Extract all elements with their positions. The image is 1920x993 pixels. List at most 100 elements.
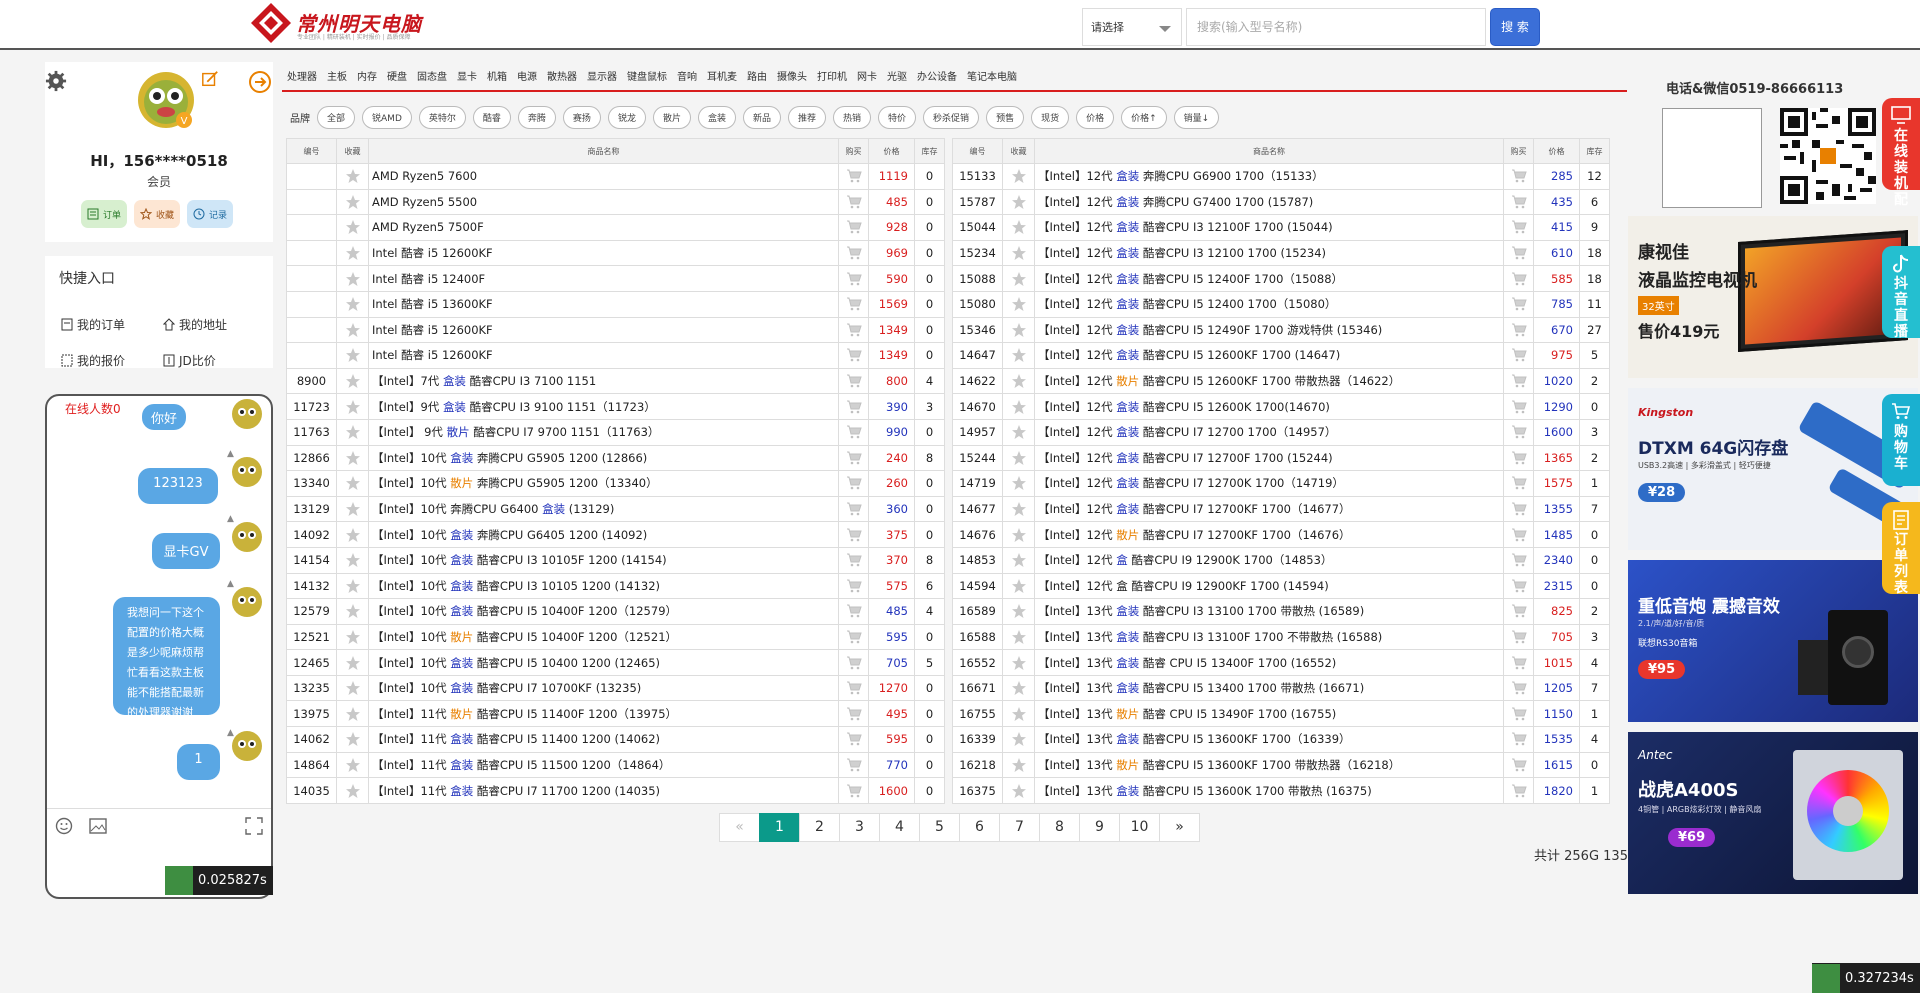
cart-cell[interactable] — [838, 700, 869, 728]
image-icon[interactable] — [89, 818, 107, 834]
cart-icon[interactable] — [846, 604, 862, 618]
category-tab[interactable]: 处理器 — [282, 62, 322, 90]
product-name-cell[interactable]: 【Intel】10代 盒装 酷睿CPU I7 10700KF (13235) — [368, 674, 839, 702]
filter-button[interactable]: 奔腾 — [517, 105, 556, 129]
favorite-cell[interactable] — [336, 572, 369, 600]
table-row[interactable]: 14594 【Intel】12代 盒 酷睿CPU I9 12900KF 1700 … — [952, 572, 1610, 600]
table-row[interactable]: 13129 【Intel】10代 奔腾CPU G6400 盒装 (13129) 36… — [286, 495, 945, 523]
cart-icon[interactable] — [1511, 579, 1527, 593]
favorite-cell[interactable] — [1002, 239, 1035, 267]
cart-icon[interactable] — [1511, 451, 1527, 465]
table-row[interactable]: 15234 【Intel】12代 盒装 酷睿CPU I3 12100 1700 (… — [952, 239, 1610, 267]
col-header-name[interactable]: 商品名称 — [368, 138, 839, 164]
table-row[interactable]: 16589 【Intel】13代 盒装 酷睿CPU I3 13100 1700 带… — [952, 598, 1610, 625]
cart-icon[interactable] — [1511, 169, 1527, 183]
cart-cell[interactable] — [1503, 649, 1534, 676]
pager-page-button[interactable]: 5 — [919, 813, 960, 842]
cart-icon[interactable] — [846, 656, 862, 670]
product-name-cell[interactable]: 【Intel】11代 盒装 酷睿CPU I5 11500 1200（14864） — [368, 751, 839, 779]
pager-page-button[interactable]: 2 — [799, 813, 840, 842]
product-name-cell[interactable]: 【Intel】13代 散片 酷睿CPU I5 13600KF 1700 带散热器… — [1034, 751, 1504, 779]
table-row[interactable]: 14622 【Intel】12代 散片 酷睿CPU I5 12600KF 1700… — [952, 367, 1610, 395]
star-icon[interactable] — [345, 168, 361, 184]
orders-button[interactable]: 订单 — [81, 200, 128, 228]
cart-icon[interactable] — [846, 553, 862, 567]
cart-icon[interactable] — [1511, 297, 1527, 311]
cart-icon[interactable] — [1511, 758, 1527, 772]
favorite-cell[interactable] — [336, 290, 369, 318]
product-name-cell[interactable]: 【Intel】7代 盒装 酷睿CPU I3 7100 1151 — [368, 367, 839, 395]
filter-button[interactable]: 盒装 — [697, 105, 736, 129]
filter-button[interactable]: 秒杀促销 — [923, 105, 980, 129]
favorite-cell[interactable] — [336, 418, 369, 446]
favorite-cell[interactable] — [1002, 495, 1035, 523]
cart-icon[interactable] — [1511, 707, 1527, 721]
cart-icon[interactable] — [1511, 604, 1527, 618]
pager-page-button[interactable]: 9 — [1079, 813, 1120, 842]
table-row[interactable]: 15346 【Intel】12代 盒装 酷睿CPU I5 12490F 1700 … — [952, 316, 1610, 344]
cart-icon[interactable] — [1511, 630, 1527, 644]
favorite-cell[interactable] — [1002, 188, 1035, 216]
table-row[interactable]: 14154 【Intel】10代 盒装 酷睿CPU I3 10105F 1200 … — [286, 546, 945, 574]
product-name-cell[interactable]: 【Intel】12代 盒 酷睿CPU I9 12900K 1700（14853） — [1034, 546, 1504, 574]
star-icon[interactable] — [1011, 655, 1027, 671]
table-row[interactable]: 8900 【Intel】7代 盒装 酷睿CPU I3 7100 1151 800 4 — [286, 367, 945, 395]
product-name-cell[interactable]: 【Intel】13代 盒装 酷睿 CPU I5 13400F 1700 (165… — [1034, 649, 1504, 676]
favorite-cell[interactable] — [336, 726, 369, 753]
table-row[interactable]: 16218 【Intel】13代 散片 酷睿CPU I5 13600KF 1700… — [952, 751, 1610, 779]
cart-icon[interactable] — [846, 681, 862, 695]
table-row[interactable]: 14719 【Intel】12代 盒装 酷睿CPU I7 12700K 1700（… — [952, 470, 1610, 497]
product-name-cell[interactable]: 【Intel】12代 盒装 酷睿CPU I7 12700 1700（14957） — [1034, 418, 1504, 446]
favorite-cell[interactable] — [1002, 521, 1035, 548]
star-icon[interactable] — [1011, 296, 1027, 312]
star-icon[interactable] — [1011, 706, 1027, 722]
star-icon[interactable] — [1011, 731, 1027, 747]
cart-cell[interactable] — [838, 674, 869, 702]
favorite-cell[interactable] — [336, 700, 369, 728]
table-row[interactable]: 16755 【Intel】13代 散片 酷睿 CPU I5 13490F 1700… — [952, 700, 1610, 728]
cart-cell[interactable] — [1503, 418, 1534, 446]
star-icon[interactable] — [1011, 271, 1027, 287]
star-icon[interactable] — [345, 194, 361, 210]
cart-icon[interactable] — [846, 707, 862, 721]
cart-icon[interactable] — [846, 195, 862, 209]
cart-icon[interactable] — [1511, 272, 1527, 286]
category-tab[interactable]: 散热器 — [542, 62, 582, 90]
product-name-cell[interactable]: 【Intel】11代 盒装 酷睿CPU I5 11400 1200 (14062… — [368, 726, 839, 753]
category-tab[interactable]: 光驱 — [882, 62, 912, 90]
cart-icon[interactable] — [1511, 732, 1527, 746]
ad-banner-cooler[interactable]: Antec 战虎A400S 4铜管 | ARGB炫彩灯效 | 静音风扇 ¥69 — [1628, 732, 1918, 894]
cart-cell[interactable] — [838, 188, 869, 216]
search-category-select[interactable]: 请选择 — [1082, 8, 1182, 46]
table-row[interactable]: 14062 【Intel】11代 盒装 酷睿CPU I5 11400 1200 (… — [286, 726, 945, 753]
favorite-cell[interactable] — [1002, 649, 1035, 676]
table-row[interactable]: 12465 【Intel】10代 盒装 酷睿CPU I5 10400 1200 (… — [286, 649, 945, 676]
star-icon[interactable] — [1011, 783, 1027, 799]
favorite-cell[interactable] — [336, 444, 369, 472]
table-row[interactable]: Intel 酷睿 i5 12600KF 1349 0 — [286, 316, 945, 344]
star-icon[interactable] — [1011, 757, 1027, 773]
favorite-cell[interactable] — [1002, 163, 1035, 190]
product-name-cell[interactable]: 【Intel】12代 盒装 酷睿CPU I3 12100F 1700 (1504… — [1034, 214, 1504, 241]
cart-cell[interactable] — [1503, 393, 1534, 420]
cart-cell[interactable] — [1503, 163, 1534, 190]
pager-next-button[interactable]: » — [1159, 813, 1200, 842]
filter-button[interactable]: 预售 — [986, 105, 1025, 129]
cart-cell[interactable] — [1503, 367, 1534, 395]
cart-icon[interactable] — [846, 528, 862, 542]
category-tab[interactable]: 内存 — [352, 62, 382, 90]
product-name-cell[interactable]: AMD Ryzen5 7500F — [368, 214, 839, 241]
star-icon[interactable] — [345, 322, 361, 338]
product-name-cell[interactable]: Intel 酷睿 i5 12400F — [368, 265, 839, 292]
favorite-cell[interactable] — [1002, 290, 1035, 318]
cart-cell[interactable] — [838, 521, 869, 548]
table-row[interactable]: 12866 【Intel】10代 盒装 奔腾CPU G5905 1200 (128… — [286, 444, 945, 472]
favorite-cell[interactable] — [336, 342, 369, 369]
favorite-cell[interactable] — [336, 188, 369, 216]
star-icon[interactable] — [1011, 373, 1027, 389]
category-tab[interactable]: 主板 — [322, 62, 352, 90]
cart-cell[interactable] — [838, 163, 869, 190]
favorite-cell[interactable] — [1002, 342, 1035, 369]
col-header-id[interactable]: 编号 — [286, 138, 337, 164]
col-header-qty[interactable]: 库存 — [1579, 138, 1610, 164]
